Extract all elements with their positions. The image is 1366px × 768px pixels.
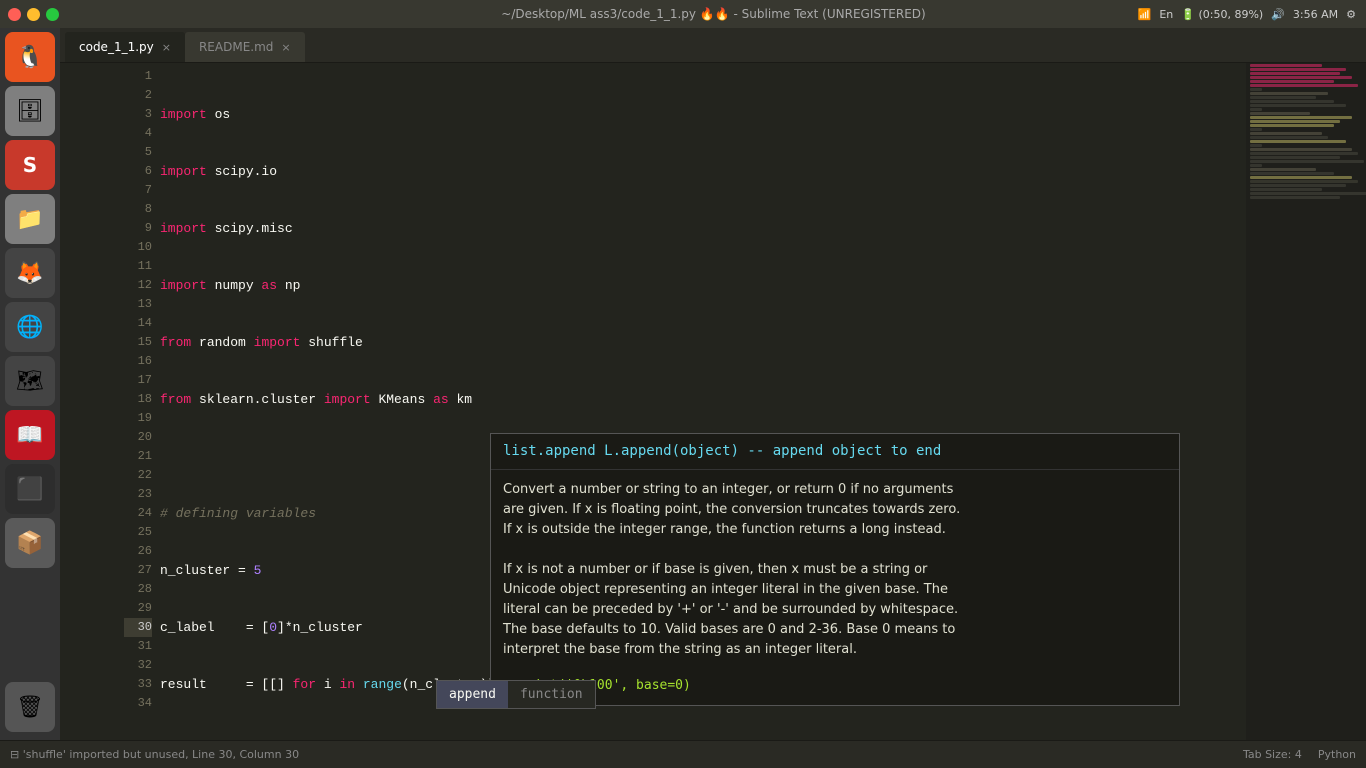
terminal-icon[interactable]: ⬛ <box>5 464 55 514</box>
tray-lang[interactable]: En <box>1159 8 1173 21</box>
tab-close[interactable]: × <box>162 41 171 54</box>
syntax-label[interactable]: Python <box>1318 748 1356 761</box>
file-manager-icon[interactable]: 📁 <box>5 194 55 244</box>
tray-settings[interactable]: ⚙ <box>1346 8 1356 21</box>
minimap <box>1246 63 1366 740</box>
tab-code-1-1[interactable]: code_1_1.py × <box>65 32 185 62</box>
window-controls[interactable] <box>8 8 59 21</box>
tab-size-label[interactable]: Tab Size: 4 <box>1243 748 1302 761</box>
code-line-12 <box>160 732 1246 740</box>
tray-volume[interactable]: 🔊 <box>1271 8 1285 21</box>
files-icon[interactable]: 🗄 <box>5 86 55 136</box>
maps-icon[interactable]: 🗺 <box>5 356 55 406</box>
autocomplete-type: function <box>508 681 595 708</box>
status-message: 'shuffle' imported but unused, Line 30, … <box>23 748 299 761</box>
tray-time: 3:56 AM <box>1293 8 1338 21</box>
code-line-3: import scipy.misc <box>160 219 1246 238</box>
reader-icon[interactable]: 📖 <box>5 410 55 460</box>
tray-network[interactable]: 📶 <box>1138 8 1152 21</box>
tab-close[interactable]: × <box>281 41 290 54</box>
minimize-button[interactable] <box>27 8 40 21</box>
maximize-button[interactable] <box>46 8 59 21</box>
system-tray: 📶 En 🔋 (0:50, 89%) 🔊 3:56 AM ⚙ <box>1138 0 1366 28</box>
trash-icon[interactable]: 🗑 <box>5 682 55 732</box>
tooltip-popup: list.append L.append(object) -- append o… <box>490 433 1180 706</box>
code-line-6: from sklearn.cluster import KMeans as km <box>160 390 1246 409</box>
code-line-4: import numpy as np <box>160 276 1246 295</box>
status-bar: ⊟ 'shuffle' imported but unused, Line 30… <box>0 740 1366 768</box>
code-line-5: from random import shuffle <box>160 333 1246 352</box>
tab-readme[interactable]: README.md × <box>185 32 305 62</box>
code-line-1: import os <box>160 105 1246 124</box>
code-line-2: import scipy.io <box>160 162 1246 181</box>
tab-label: code_1_1.py <box>79 40 154 54</box>
status-icon: ⊟ <box>10 748 19 761</box>
autocomplete-popup[interactable]: append function <box>436 680 596 709</box>
close-button[interactable] <box>8 8 21 21</box>
firefox-icon[interactable]: 🦊 <box>5 248 55 298</box>
tab-bar: code_1_1.py × README.md × <box>0 28 1366 63</box>
archive-icon[interactable]: 📦 <box>5 518 55 568</box>
ubuntu-icon[interactable]: 🐧 <box>5 32 55 82</box>
tray-battery: 🔋 (0:50, 89%) <box>1181 8 1263 21</box>
chromium-icon[interactable]: 🌐 <box>5 302 55 352</box>
tab-label: README.md <box>199 40 273 54</box>
tooltip-header: list.append L.append(object) -- append o… <box>491 434 1179 470</box>
editor-area: 12345 678910 1112131415 1617181920 21222… <box>120 63 1366 740</box>
sidebar: 🐧 🗄 S 📁 🦊 🌐 🗺 📖 ⬛ 📦 🗑 <box>0 28 60 740</box>
tooltip-body: Convert a number or string to an integer… <box>491 470 1179 670</box>
sublime-text-icon[interactable]: S <box>5 140 55 190</box>
autocomplete-word[interactable]: append <box>437 681 508 708</box>
line-numbers: 12345 678910 1112131415 1617181920 21222… <box>120 63 160 740</box>
